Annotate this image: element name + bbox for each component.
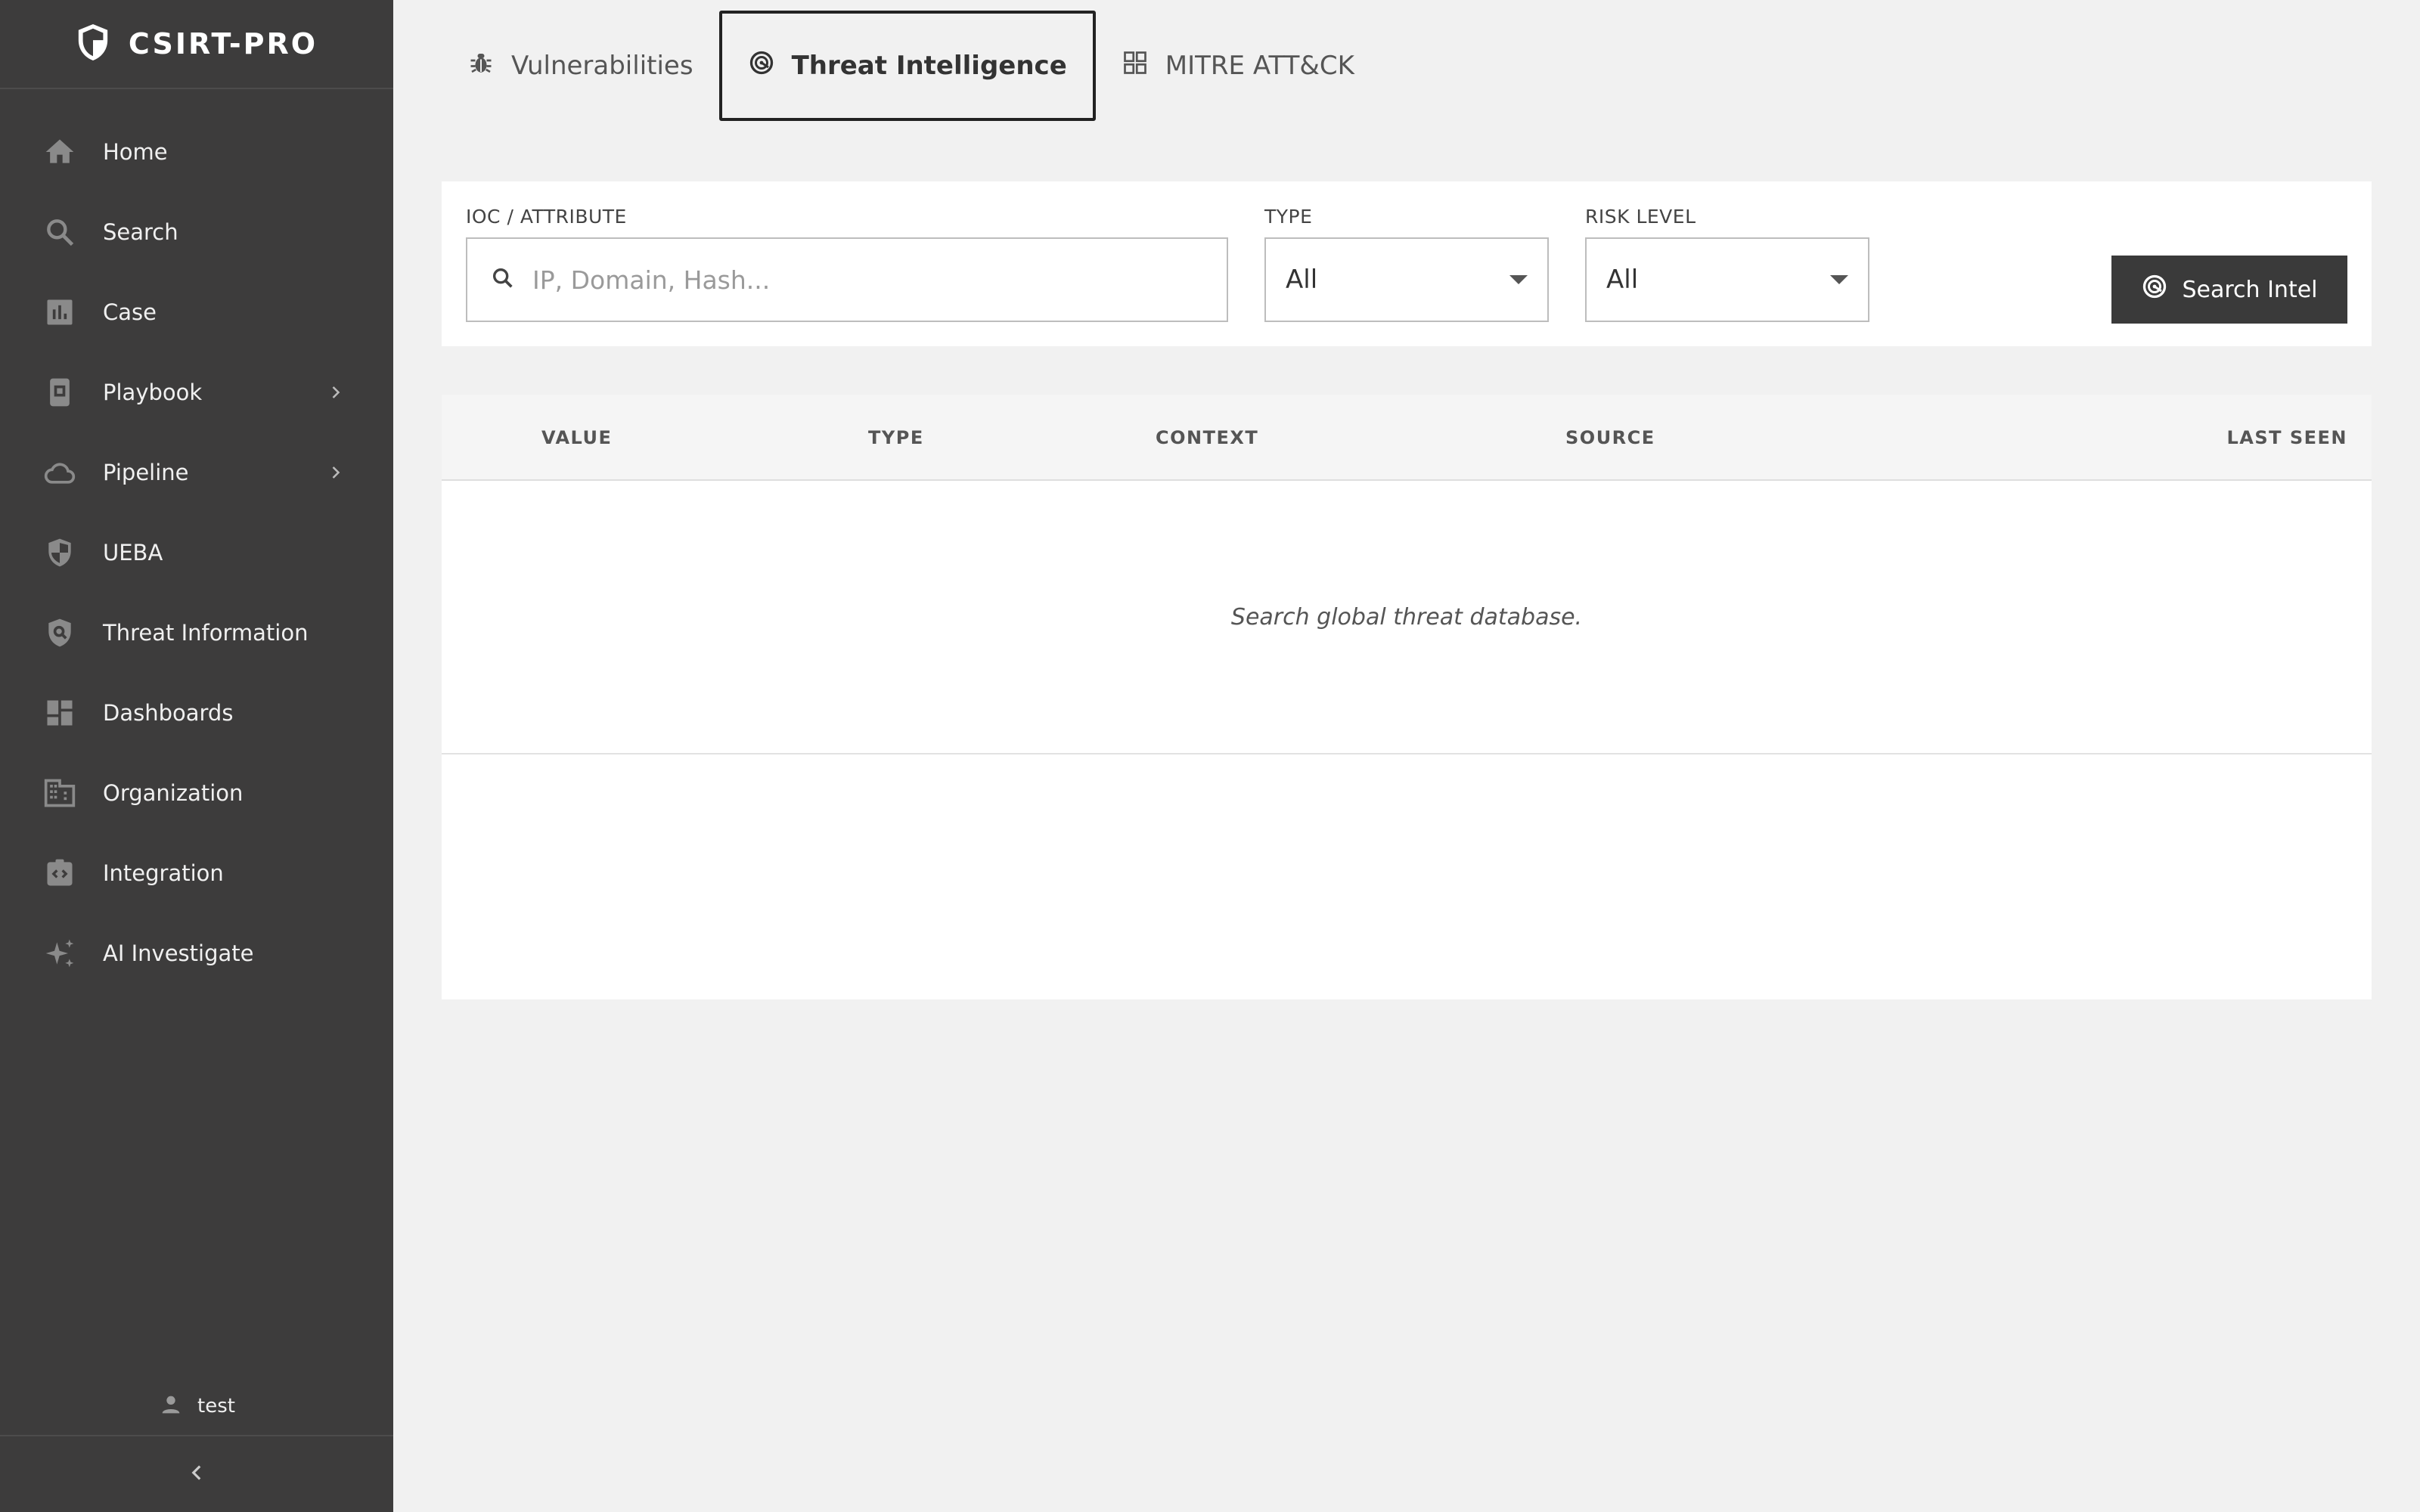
risk-level-select[interactable]: All	[1585, 237, 1869, 322]
sidebar-item-playbook[interactable]: Playbook	[0, 352, 393, 432]
search-filter-panel: IOC / ATTRIBUTE TYPE All RISK LEVEL All …	[442, 181, 2372, 346]
grid-icon	[1122, 49, 1149, 83]
sidebar-nav: Home Search Case Playbook Pipeline UEBA …	[0, 112, 393, 993]
tab-label: Threat Intelligence	[791, 51, 1067, 81]
tab-mitre-attack[interactable]: MITRE ATT&CK	[1096, 11, 1380, 121]
bar-chart-icon	[42, 295, 77, 330]
sidebar-item-ai-investigate[interactable]: AI Investigate	[0, 913, 393, 993]
sparkle-icon	[42, 936, 77, 971]
intel-results-table: VALUE TYPE CONTEXT SOURCE LAST SEEN Sear…	[442, 395, 2372, 999]
tab-threat-intelligence[interactable]: Threat Intelligence	[718, 11, 1096, 121]
bug-icon	[467, 49, 495, 83]
chevron-right-icon	[325, 382, 346, 403]
sidebar-item-case[interactable]: Case	[0, 272, 393, 352]
tab-label: Vulnerabilities	[511, 51, 693, 81]
radar-icon	[2141, 273, 2168, 306]
sidebar-item-home[interactable]: Home	[0, 112, 393, 192]
tab-label: MITRE ATT&CK	[1165, 51, 1354, 81]
sidebar-item-label: Organization	[103, 780, 244, 806]
chevron-left-icon	[184, 1460, 209, 1489]
risk-level-select-value: All	[1606, 265, 1639, 295]
column-header-value[interactable]: VALUE	[541, 395, 612, 481]
column-header-context[interactable]: CONTEXT	[1156, 395, 1258, 481]
sidebar-item-label: Search	[103, 219, 178, 245]
risk-level-label: RISK LEVEL	[1585, 206, 1696, 228]
sidebar-item-organization[interactable]: Organization	[0, 753, 393, 833]
tab-bar: Vulnerabilities Threat Intelligence MITR…	[442, 11, 1380, 121]
dropdown-caret-icon	[1830, 275, 1848, 284]
brand[interactable]: CSIRT-PRO	[0, 0, 393, 89]
sidebar-item-integration[interactable]: Integration	[0, 833, 393, 913]
search-intel-label: Search Intel	[2182, 276, 2318, 303]
user-name: test	[197, 1395, 235, 1418]
shield-search-icon	[42, 615, 77, 650]
sidebar-item-label: Dashboards	[103, 700, 234, 726]
sidebar-item-ueba[interactable]: UEBA	[0, 513, 393, 593]
empty-state-message: Search global threat database.	[1230, 603, 1583, 631]
search-icon	[42, 215, 77, 249]
code-clipboard-icon	[42, 856, 77, 891]
app-root: CSIRT-PRO Home Search Case Playbook Pipe…	[0, 0, 2420, 1512]
tab-vulnerabilities[interactable]: Vulnerabilities	[442, 11, 719, 121]
sidebar-item-threat-information[interactable]: Threat Information	[0, 593, 393, 673]
type-select-value: All	[1286, 265, 1318, 295]
column-header-type[interactable]: TYPE	[868, 395, 924, 481]
chevron-right-icon	[325, 462, 346, 483]
dropdown-caret-icon	[1509, 275, 1528, 284]
sidebar-item-label: Pipeline	[103, 460, 189, 485]
building-icon	[42, 776, 77, 810]
sidebar-item-dashboards[interactable]: Dashboards	[0, 673, 393, 753]
shield-logo-icon	[76, 23, 110, 65]
cloud-icon	[42, 455, 77, 490]
search-icon	[490, 265, 516, 294]
type-select[interactable]: All	[1264, 237, 1549, 322]
dashboard-icon	[42, 696, 77, 730]
sidebar-item-label: Case	[103, 299, 157, 325]
type-label: TYPE	[1264, 206, 1313, 228]
user-profile[interactable]: test	[0, 1383, 393, 1429]
sidebar-item-label: AI Investigate	[103, 940, 254, 966]
shield-icon	[42, 535, 77, 570]
radar-icon	[748, 49, 775, 83]
table-header: VALUE TYPE CONTEXT SOURCE LAST SEEN	[442, 395, 2372, 481]
sidebar-item-pipeline[interactable]: Pipeline	[0, 432, 393, 513]
ioc-search-field[interactable]	[466, 237, 1228, 322]
collapse-sidebar-button[interactable]	[0, 1435, 393, 1512]
sidebar-item-label: Threat Information	[103, 620, 309, 646]
ioc-label: IOC / ATTRIBUTE	[466, 206, 627, 228]
app-name: CSIRT-PRO	[128, 27, 318, 60]
empty-state-row: Search global threat database.	[442, 481, 2372, 754]
person-icon	[158, 1392, 184, 1421]
sidebar-item-label: UEBA	[103, 540, 163, 565]
column-header-last-seen[interactable]: LAST SEEN	[2226, 395, 2347, 481]
ioc-search-input[interactable]	[532, 265, 1198, 295]
sidebar-item-label: Playbook	[103, 380, 203, 405]
sidebar: CSIRT-PRO Home Search Case Playbook Pipe…	[0, 0, 393, 1512]
home-icon	[42, 135, 77, 169]
sidebar-item-label: Integration	[103, 860, 224, 886]
book-icon	[42, 375, 77, 410]
sidebar-item-search[interactable]: Search	[0, 192, 393, 272]
column-header-source[interactable]: SOURCE	[1565, 395, 1655, 481]
search-intel-button[interactable]: Search Intel	[2111, 256, 2347, 324]
sidebar-item-label: Home	[103, 139, 168, 165]
